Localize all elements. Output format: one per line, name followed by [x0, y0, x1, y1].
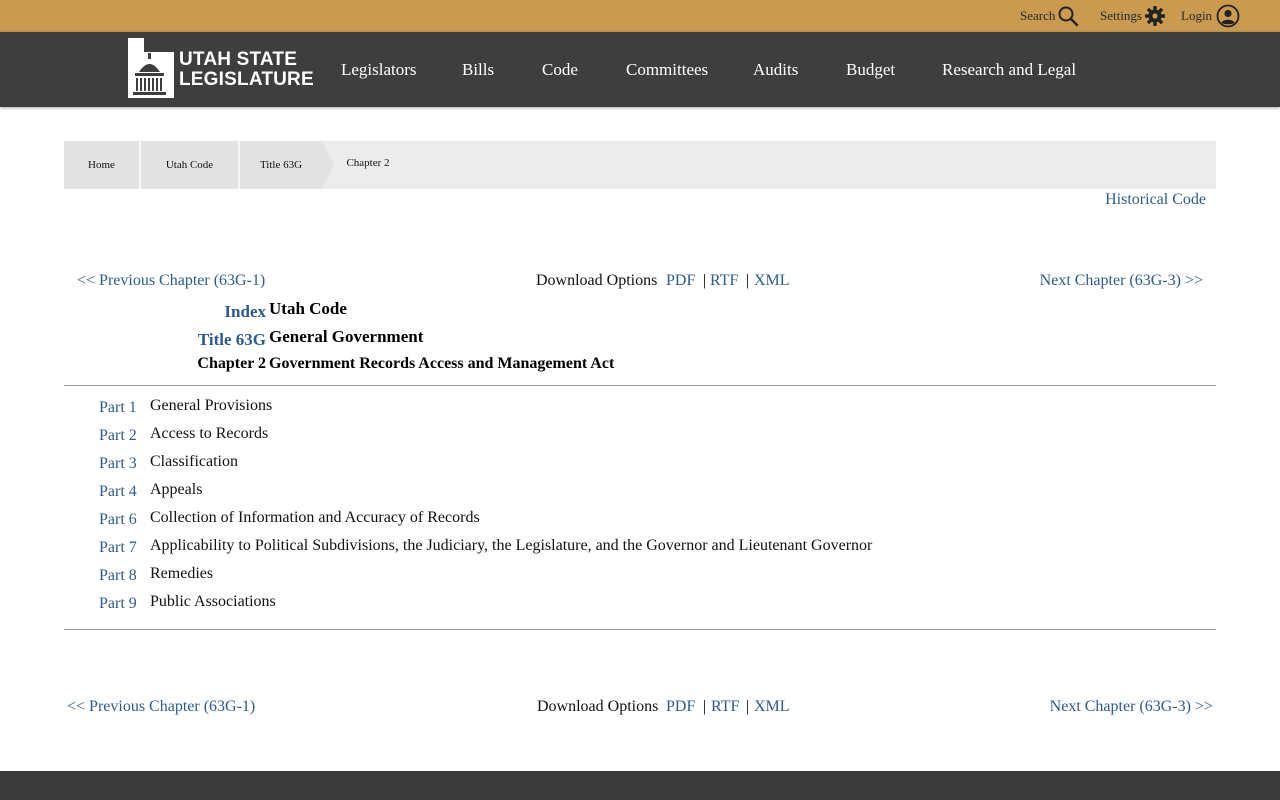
settings-label: Settings	[1100, 8, 1142, 23]
nav-legislators[interactable]: Legislators	[341, 32, 417, 107]
part-title: Access to Records	[150, 425, 269, 442]
download-options-label: Download Options	[536, 272, 658, 289]
part-link[interactable]: Part 8	[99, 567, 137, 585]
site-logo[interactable]: UTAH STATE LEGISLATURE	[127, 37, 314, 103]
historical-code-link[interactable]: Historical Code	[1105, 191, 1206, 209]
breadcrumb-home[interactable]: Home	[64, 141, 139, 189]
logo-line-2: LEGISLATURE	[179, 69, 314, 90]
logo-line-1: UTAH STATE	[179, 49, 298, 70]
part-link[interactable]: Part 4	[99, 483, 137, 501]
download-separator: |	[703, 272, 707, 289]
previous-chapter-link[interactable]: << Previous Chapter (63G-1)	[77, 272, 265, 290]
next-chapter-link[interactable]: Next Chapter (63G-3) >>	[1040, 272, 1203, 290]
download-separator: |	[703, 698, 707, 715]
search-button[interactable]: Search	[1020, 0, 1079, 32]
nav-bills[interactable]: Bills	[462, 32, 494, 107]
part-title: Public Associations	[150, 593, 276, 610]
login-label: Login	[1181, 8, 1213, 23]
chapter-title: Government Records Access and Management…	[269, 355, 615, 372]
xml-download-link[interactable]: XML	[754, 698, 790, 716]
rtf-download-link[interactable]: RTF	[711, 698, 739, 716]
settings-button[interactable]: Settings	[1100, 0, 1166, 32]
capitol-logo-icon	[127, 37, 175, 103]
pdf-download-link[interactable]: PDF	[666, 272, 695, 290]
page-footer	[0, 771, 1280, 800]
header-index-row: Index Utah Code	[0, 299, 1280, 323]
divider	[64, 385, 1216, 386]
breadcrumb: Home Utah Code Title 63G Chapter 2	[64, 141, 1216, 189]
divider	[64, 629, 1216, 630]
nav-code[interactable]: Code	[542, 32, 578, 107]
xml-download-link[interactable]: XML	[754, 272, 790, 290]
search-label: Search	[1020, 8, 1056, 23]
logo-text: UTAH STATE LEGISLATURE	[179, 50, 314, 90]
chapter-label: Chapter 2	[197, 355, 266, 372]
part-link[interactable]: Part 1	[99, 399, 137, 417]
part-link[interactable]: Part 9	[99, 595, 137, 613]
utility-bar: Search Settings Login	[0, 0, 1280, 32]
header-chapter-row: Chapter 2 Government Records Access and …	[0, 355, 1280, 379]
rtf-download-link[interactable]: RTF	[710, 272, 738, 290]
breadcrumb-utah-code[interactable]: Utah Code	[141, 141, 238, 189]
breadcrumb-title-63g[interactable]: Title 63G	[240, 141, 322, 189]
search-icon	[1055, 5, 1079, 27]
download-separator: |	[746, 698, 750, 715]
header-title-row: Title 63G General Government	[0, 327, 1280, 351]
download-options-label: Download Options	[537, 698, 659, 715]
gear-icon	[1142, 5, 1166, 27]
part-title: Remedies	[150, 565, 214, 582]
breadcrumb-arrow-icon	[322, 141, 334, 189]
chapter-nav-top: << Previous Chapter (63G-1) Download Opt…	[0, 272, 1280, 294]
part-link[interactable]: Part 2	[99, 427, 137, 445]
user-icon	[1214, 4, 1240, 28]
title-value: General Government	[269, 327, 424, 346]
part-title: Applicability to Political Subdivisions,…	[150, 537, 873, 554]
pdf-download-link[interactable]: PDF	[666, 698, 695, 716]
part-title: Classification	[150, 453, 238, 470]
login-button[interactable]: Login	[1181, 0, 1240, 32]
download-separator: |	[746, 272, 750, 289]
part-title: Collection of Information and Accuracy o…	[150, 509, 480, 526]
title-link[interactable]: Title 63G	[198, 330, 266, 350]
breadcrumb-current: Chapter 2	[346, 157, 390, 169]
chapter-nav-bottom: << Previous Chapter (63G-1) Download Opt…	[0, 698, 1280, 720]
main-nav: UTAH STATE LEGISLATURE Legislators Bills…	[0, 32, 1280, 107]
index-link[interactable]: Index	[224, 302, 266, 322]
previous-chapter-link[interactable]: << Previous Chapter (63G-1)	[67, 698, 255, 716]
index-value: Utah Code	[269, 299, 347, 318]
part-link[interactable]: Part 7	[99, 539, 137, 557]
nav-research-and-legal[interactable]: Research and Legal	[942, 32, 1076, 107]
part-title: Appeals	[150, 481, 203, 498]
part-link[interactable]: Part 6	[99, 511, 137, 529]
next-chapter-link[interactable]: Next Chapter (63G-3) >>	[1050, 698, 1213, 716]
part-title: General Provisions	[150, 397, 273, 414]
part-link[interactable]: Part 3	[99, 455, 137, 473]
nav-committees[interactable]: Committees	[626, 32, 708, 107]
nav-budget[interactable]: Budget	[846, 32, 895, 107]
nav-audits[interactable]: Audits	[753, 32, 798, 107]
